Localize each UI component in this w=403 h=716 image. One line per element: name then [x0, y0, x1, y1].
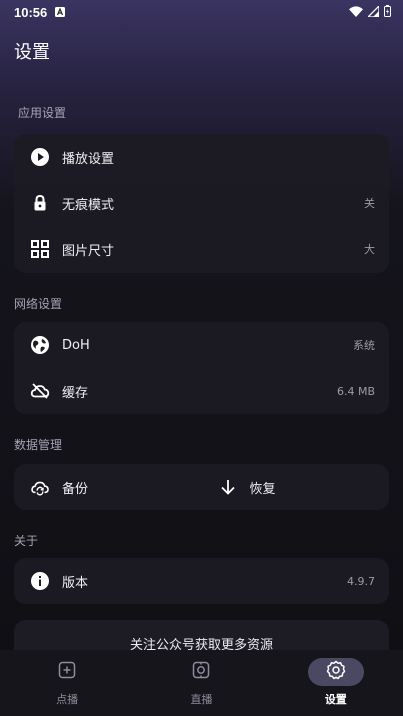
nav-label: 点播 — [56, 693, 79, 706]
cloud-sync-icon — [30, 477, 50, 497]
setting-label: 图片尺寸 — [62, 243, 115, 259]
about-card: 版本 4.9.7 — [14, 558, 389, 604]
status-time: 10:56 — [14, 4, 48, 20]
setting-label: 版本 — [62, 575, 89, 591]
battery-icon — [384, 4, 391, 20]
restore-label: 恢复 — [249, 481, 276, 497]
backup-label: 备份 — [62, 481, 89, 497]
setting-item-incognito[interactable]: 无痕模式 关 — [14, 180, 389, 226]
setting-label: DoH — [62, 337, 90, 353]
live-tv-icon — [192, 661, 210, 683]
setting-item-doh[interactable]: DoH 系统 — [14, 322, 389, 368]
nav-item-live[interactable]: 直播 — [134, 650, 268, 716]
section-label-data-management: 数据管理 — [14, 438, 63, 452]
a-badge-icon — [55, 5, 66, 20]
nav-item-vod[interactable]: 点播 — [0, 650, 134, 716]
section-label-network-settings: 网络设置 — [14, 297, 63, 311]
setting-item-cache[interactable]: 缓存 6.4 MB — [14, 368, 389, 414]
cloud-off-icon — [30, 381, 50, 401]
setting-item-version[interactable]: 版本 4.9.7 — [14, 558, 389, 604]
bottom-nav: 点播 直播 设置 — [0, 650, 403, 716]
data-management-card: 备份 恢复 — [14, 464, 389, 510]
app-settings-card: 播放设置 无痕模式 关 图片尺寸 大 — [14, 134, 389, 273]
setting-value: 6.4 MB — [336, 384, 375, 398]
page-title: 设置 — [14, 42, 50, 63]
nav-label: 设置 — [324, 693, 347, 706]
lock-icon — [30, 193, 50, 213]
network-settings-card: DoH 系统 缓存 6.4 MB — [14, 322, 389, 414]
setting-item-image-size[interactable]: 图片尺寸 大 — [14, 226, 389, 272]
setting-value: 大 — [364, 243, 375, 256]
setting-item-playback[interactable]: 播放设置 — [14, 134, 389, 180]
play-circle-icon — [30, 147, 50, 167]
nav-label: 直播 — [190, 693, 213, 706]
setting-value: 4.9.7 — [347, 574, 375, 588]
plus-square-icon — [58, 661, 76, 683]
globe-icon — [30, 335, 50, 355]
setting-value: 系统 — [353, 339, 375, 352]
settings-gear-icon — [326, 660, 346, 684]
backup-button[interactable]: 备份 — [14, 464, 202, 510]
status-bar: 10:56 — [0, 0, 403, 24]
cellular-icon — [366, 3, 380, 20]
wifi-icon — [349, 5, 363, 20]
setting-value: 关 — [364, 197, 375, 210]
section-label-about: 关于 — [14, 534, 39, 548]
info-icon — [30, 571, 50, 591]
setting-label: 缓存 — [62, 385, 89, 401]
setting-label: 播放设置 — [62, 151, 115, 167]
arrow-down-icon — [218, 477, 238, 497]
setting-label: 无痕模式 — [62, 197, 115, 213]
nav-item-settings[interactable]: 设置 — [269, 650, 403, 716]
section-label-app-settings: 应用设置 — [18, 106, 67, 120]
restore-button[interactable]: 恢复 — [202, 464, 390, 510]
grid-icon — [30, 239, 50, 259]
